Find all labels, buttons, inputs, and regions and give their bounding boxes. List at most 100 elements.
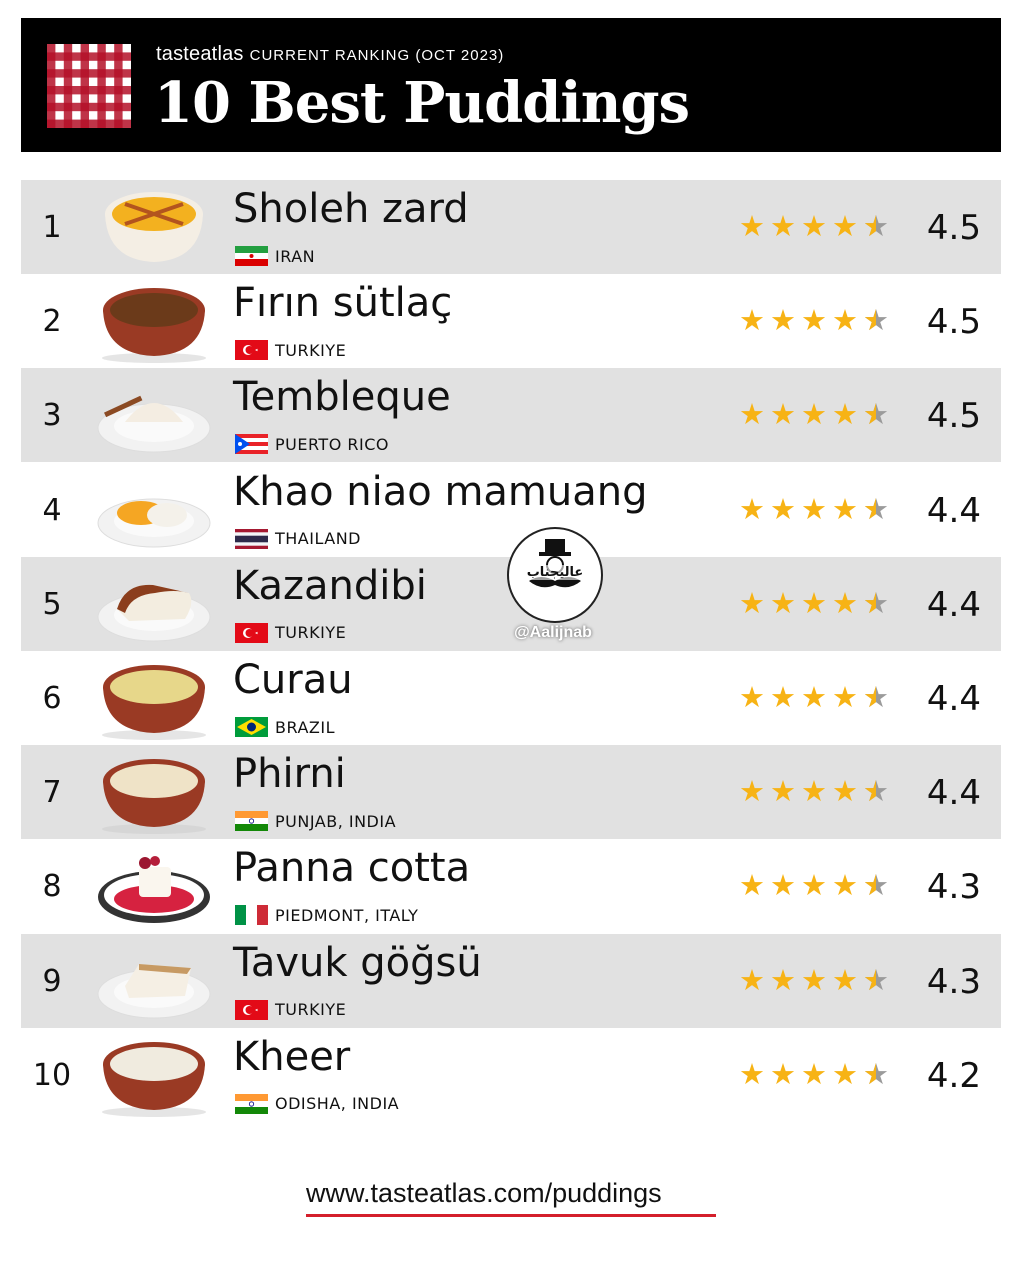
watermark-handle: @Aalijnab <box>514 624 592 641</box>
watermark-logo-text: عالیجناب <box>515 565 595 580</box>
country-name: TURKIYE <box>275 623 347 643</box>
ranking-subtitle: CURRENT RANKING (OCT 2023) <box>249 47 505 64</box>
star-icon: ★ <box>770 397 796 432</box>
country-name: TURKIYE <box>275 1000 347 1020</box>
star-icon: ★ <box>739 209 765 243</box>
turkey-flag-icon <box>235 999 268 1020</box>
star-icon: ★ <box>739 962 765 997</box>
star-icon: ★ <box>739 397 765 432</box>
turkey-flag-icon <box>235 340 268 361</box>
dish-name[interactable]: Panna cotta <box>233 845 470 891</box>
rating-stars: ★ ★ ★ ★ ★ <box>739 494 889 524</box>
star-icon: ★ <box>832 774 858 809</box>
dish-name[interactable]: Kazandibi <box>233 563 427 609</box>
ranking-row[interactable]: 7 Phirni PUNJAB, INDIA ★★★★★ 4.4 <box>21 745 1001 840</box>
country-label: ODISHA, INDIA <box>235 1093 399 1114</box>
star-icon: ★ <box>801 774 827 809</box>
iran-flag-icon <box>235 246 268 266</box>
dish-name[interactable]: Kheer <box>233 1034 350 1080</box>
country-label: THAILAND <box>235 528 361 549</box>
star-icon: ★ <box>770 303 796 338</box>
star-icon: ★ <box>770 680 796 714</box>
star-icon: ★ <box>739 1056 765 1091</box>
country-name: PUNJAB, INDIA <box>275 811 397 831</box>
rank-number: 2 <box>42 304 62 340</box>
half-star-icon: ★ <box>863 305 889 335</box>
star-icon: ★ <box>739 303 765 338</box>
dish-name[interactable]: Khao niao mamuang <box>233 469 648 515</box>
rating-score: 4.5 <box>926 396 981 437</box>
ranking-row[interactable]: 3 Tembleque PUERTO RICO ★★★★★ 4.5 <box>21 368 1001 463</box>
rank-number: 4 <box>42 492 62 528</box>
rating-score: 4.2 <box>926 1055 981 1096</box>
star-icon: ★ <box>770 491 796 526</box>
star-icon: ★ <box>801 680 827 714</box>
watermark-logo: عالیجناب <box>507 527 603 623</box>
country-label: PIEDMONT, ITALY <box>235 905 419 926</box>
dish-name[interactable]: Tembleque <box>233 374 451 420</box>
rating-score: 4.5 <box>926 302 981 343</box>
half-star-icon: ★ <box>863 494 889 524</box>
checkered-logo-icon <box>47 44 131 128</box>
star-icon: ★ <box>770 962 796 997</box>
star-icon: ★ <box>739 491 765 526</box>
header-banner: tasteatlas CURRENT RANKING (OCT 2023) 10 … <box>21 18 1001 152</box>
star-icon: ★ <box>770 774 796 809</box>
ranking-row[interactable]: 2 Fırın sütlaç TURKIYE ★★★★★ 4.5 <box>21 274 1001 368</box>
star-icon: ★ <box>770 868 796 903</box>
country-label: IRAN <box>235 246 315 266</box>
star-icon: ★ <box>739 774 765 809</box>
rating-score: 4.4 <box>926 490 981 531</box>
country-label: PUNJAB, INDIA <box>235 811 397 832</box>
khao-niao-mamuang-image <box>95 469 213 553</box>
link-underline <box>306 1214 716 1217</box>
ranking-row[interactable]: 6 Curau BRAZIL ★★★★★ 4.4 <box>21 651 1001 745</box>
star-icon: ★ <box>801 397 827 432</box>
rating-score: 4.4 <box>926 773 981 814</box>
rating-stars: ★ ★ ★ ★ ★ <box>739 682 889 712</box>
country-label: TURKIYE <box>235 622 347 643</box>
star-icon: ★ <box>739 868 765 903</box>
rank-number: 9 <box>42 963 62 999</box>
star-icon: ★ <box>770 1056 796 1091</box>
rating-score: 4.5 <box>926 208 981 248</box>
rank-number: 7 <box>42 775 62 811</box>
panna-cotta-image <box>95 845 213 929</box>
star-icon: ★ <box>801 962 827 997</box>
rating-score: 4.3 <box>926 961 981 1002</box>
india-flag-icon <box>235 1093 268 1114</box>
ranking-row[interactable]: 8 Panna cotta PIEDMONT, ITALY ★★★★★ 4.3 <box>21 839 1001 933</box>
rank-number: 3 <box>42 398 62 434</box>
phirni-image <box>95 751 213 835</box>
kazandibi-image <box>95 563 213 647</box>
rating-stars: ★ ★ ★ ★ ★ <box>739 870 889 900</box>
ranking-row[interactable]: 9 Tavuk göğsü TURKIYE ★★★★★ 4.3 <box>21 933 1001 1028</box>
ranking-row[interactable]: 10 Kheer ODISHA, INDIA ★★★★★ 4.2 <box>21 1028 1001 1122</box>
firin-sutlac-image <box>95 280 213 364</box>
source-link[interactable]: www.tasteatlas.com/puddings <box>306 1178 662 1209</box>
star-icon: ★ <box>801 491 827 526</box>
dish-name[interactable]: Sholeh zard <box>233 186 469 232</box>
kheer-image <box>95 1034 213 1118</box>
half-star-icon: ★ <box>863 682 889 712</box>
star-icon: ★ <box>832 868 858 903</box>
brand-name: tasteatlas <box>156 43 244 65</box>
half-star-icon: ★ <box>863 211 889 241</box>
rating-stars: ★ ★ ★ ★ ★ <box>739 965 889 995</box>
dish-name[interactable]: Tavuk göğsü <box>233 940 482 986</box>
brand-line: tasteatlas CURRENT RANKING (OCT 2023) <box>156 43 504 66</box>
country-name: PIEDMONT, ITALY <box>275 905 419 925</box>
country-name: THAILAND <box>275 529 361 549</box>
half-star-icon: ★ <box>863 399 889 429</box>
rank-number: 1 <box>42 210 62 245</box>
curau-image <box>95 657 213 741</box>
puerto-rico-flag-icon <box>235 434 268 455</box>
dish-name[interactable]: Curau <box>233 657 353 703</box>
ranking-row[interactable]: 1 Sholeh zard IRAN ★★★★★ 4.5 <box>21 180 1001 274</box>
dish-name[interactable]: Fırın sütlaç <box>233 280 452 326</box>
rating-stars: ★ ★ ★ ★ ★ <box>739 776 889 806</box>
star-icon: ★ <box>801 1056 827 1091</box>
dish-name[interactable]: Phirni <box>233 751 346 797</box>
half-star-icon: ★ <box>863 965 889 995</box>
page-title: 10 Best Puddings <box>154 70 690 136</box>
